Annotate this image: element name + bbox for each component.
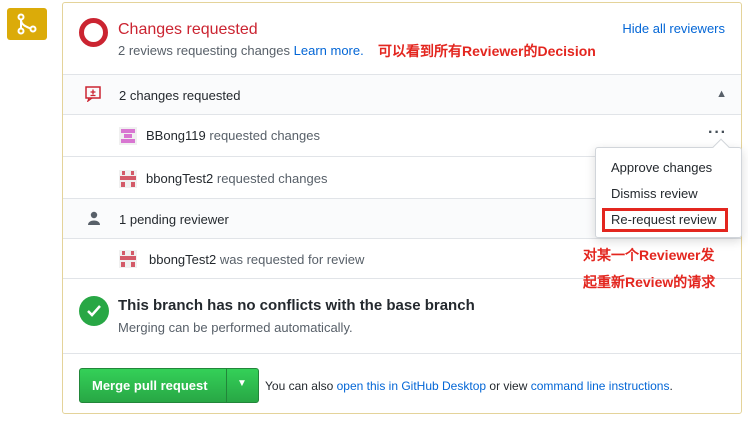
review-count-text: 2 reviews requesting changes (118, 43, 290, 58)
chevron-up-icon[interactable]: ▲ (716, 88, 727, 100)
command-line-link[interactable]: command line instructions (531, 379, 670, 393)
check-circle-icon (79, 296, 109, 326)
avatar[interactable] (119, 250, 137, 268)
reviewer-name[interactable]: bbongTest2 (146, 171, 213, 186)
more-options-icon[interactable]: ··· (708, 124, 727, 142)
pending-action: was requested for review (219, 252, 365, 267)
git-merge-icon (7, 8, 47, 40)
review-text: bbongTest2 requested changes (146, 171, 327, 186)
review-action: requested changes (216, 171, 328, 186)
merge-box: Changes requested 2 reviews requesting c… (62, 2, 742, 414)
github-desktop-link[interactable]: open this in GitHub Desktop (337, 379, 486, 393)
approve-changes-item[interactable]: Approve changes (611, 160, 712, 175)
annotation-decision: 可以看到所有Reviewer的Decision (378, 43, 596, 59)
changes-requested-icon (79, 18, 108, 47)
review-options-menu: Approve changes Dismiss review Re-reques… (595, 138, 742, 238)
person-icon (88, 211, 100, 225)
re-request-review-item[interactable]: Re-request review (611, 212, 717, 227)
avatar[interactable] (119, 170, 137, 188)
pending-group-label: 1 pending reviewer (119, 212, 229, 227)
note-middle: or view (489, 379, 528, 393)
merge-actions: Merge pull request ▼ You can also open t… (63, 353, 741, 413)
changes-group-label: 2 changes requested (119, 88, 241, 103)
merge-alternatives-note: You can also open this in GitHub Desktop… (265, 379, 673, 393)
review-status-subtitle: 2 reviews requesting changes Learn more. (118, 43, 364, 58)
review-action: requested changes (209, 128, 320, 143)
dismiss-review-item[interactable]: Dismiss review (611, 186, 698, 201)
merge-button-label: Merge pull request (92, 378, 208, 393)
review-status-title: Changes requested (118, 21, 258, 38)
merge-status-subtitle: Merging can be performed automatically. (118, 320, 353, 335)
caret-down-icon: ▼ (237, 378, 247, 389)
pending-text: bbongTest2 was requested for review (149, 252, 364, 267)
hide-all-reviewers-link[interactable]: Hide all reviewers (622, 21, 725, 36)
reviewer-name[interactable]: BBong119 (146, 128, 206, 143)
learn-more-link[interactable]: Learn more. (294, 43, 364, 58)
merge-status-title: This branch has no conflicts with the ba… (118, 297, 475, 314)
annotation-rerequest-line1: 对某一个Reviewer发 (583, 247, 715, 263)
reviewer-name[interactable]: bbongTest2 (149, 252, 216, 267)
note-suffix: . (669, 379, 673, 393)
annotation-rerequest-line2: 起重新Review的请求 (583, 274, 716, 290)
review-text: BBong119 requested changes (146, 128, 320, 143)
merge-method-dropdown[interactable]: ▼ (226, 369, 258, 402)
review-status-section: Changes requested 2 reviews requesting c… (63, 3, 741, 75)
merge-pull-request-button[interactable]: Merge pull request ▼ (79, 368, 259, 403)
avatar[interactable] (119, 127, 137, 145)
note-prefix: You can also (265, 379, 334, 393)
changes-requested-group[interactable]: 2 changes requested ▲ (63, 75, 741, 115)
file-diff-icon (85, 86, 101, 102)
